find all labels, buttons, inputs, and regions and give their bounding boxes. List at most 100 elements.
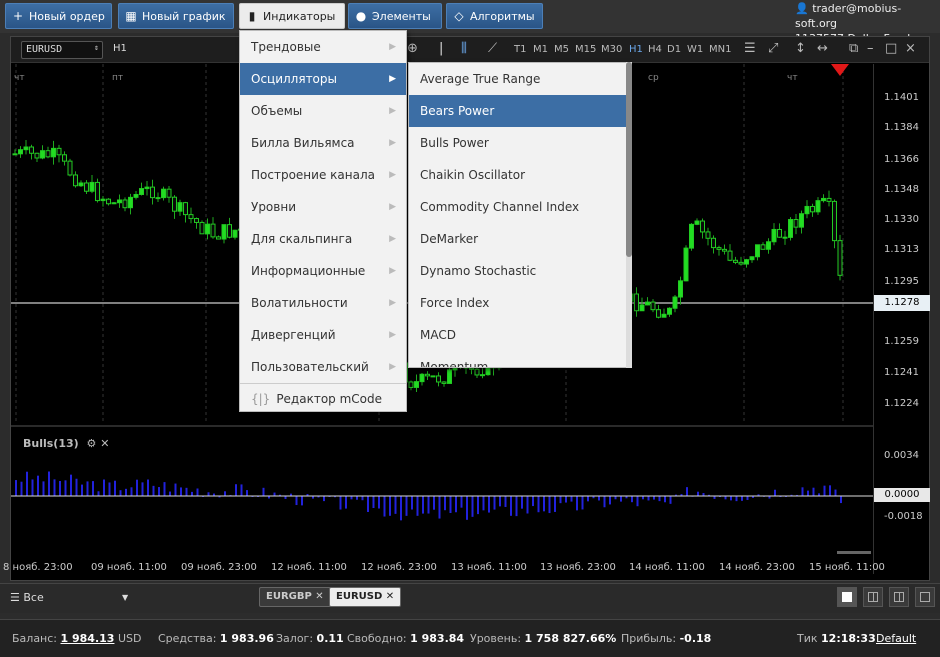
tf-m30[interactable]: M30 bbox=[601, 44, 622, 55]
candle-body bbox=[672, 296, 678, 309]
candle-body bbox=[667, 307, 672, 315]
time-tick-label: 13 нояб. 23:00 bbox=[540, 562, 616, 573]
free-info: Свободно: 1 983.84 bbox=[347, 632, 465, 645]
status-bar: Баланс: 1 984.13 USD Средства: 1 983.96 … bbox=[0, 619, 940, 657]
tf-mn1[interactable]: MN1 bbox=[709, 44, 731, 55]
symbol-select[interactable]: EURUSD ⇕ bbox=[21, 41, 103, 59]
close-tab-icon[interactable]: ✕ bbox=[386, 591, 394, 602]
indicator-bar bbox=[191, 491, 193, 496]
new-chart-button[interactable]: ▦ Новый график bbox=[118, 3, 234, 29]
oscillator-menu-item[interactable]: Bears Power bbox=[409, 95, 629, 127]
current-price-label: 1.1278 bbox=[874, 295, 930, 311]
indicator-bar bbox=[180, 487, 182, 496]
indicator-bar bbox=[103, 479, 105, 496]
new-order-button[interactable]: + Новый ордер bbox=[5, 3, 112, 29]
maximize-icon[interactable]: □ bbox=[885, 41, 897, 56]
bar-chart-icon[interactable]: | bbox=[439, 41, 443, 56]
crosshair-icon[interactable]: ⊕ bbox=[407, 41, 418, 56]
indicator-bar bbox=[460, 496, 463, 508]
indicator-bar bbox=[559, 496, 562, 504]
indicator-bar bbox=[455, 496, 457, 513]
remove-indicator-icon[interactable]: ✕ bbox=[100, 437, 109, 450]
vertical-scale-icon[interactable]: ↕ bbox=[795, 41, 806, 56]
oscillator-menu-item[interactable]: Force Index bbox=[409, 287, 629, 319]
settings-list-icon[interactable]: ☰ bbox=[744, 41, 756, 56]
close-tab-icon[interactable]: ✕ bbox=[315, 591, 323, 602]
candle-body bbox=[12, 153, 18, 156]
tf-t1[interactable]: T1 bbox=[514, 44, 526, 55]
day-label: ср bbox=[648, 73, 659, 83]
tf-d1[interactable]: D1 bbox=[667, 44, 681, 55]
price-axis[interactable]: 1.1401 1.1384 1.1366 1.1348 1.1330 1.1313 1.12… bbox=[873, 64, 930, 574]
tf-m5[interactable]: M5 bbox=[554, 44, 569, 55]
indicator-bar bbox=[647, 496, 650, 501]
mcode-editor-item[interactable]: {|} Редактор mCode bbox=[240, 383, 406, 415]
balance-value[interactable]: 1 984.13 bbox=[61, 632, 115, 645]
line-chart-icon[interactable]: ⟋ bbox=[488, 41, 497, 56]
indicators-menu-item[interactable]: Пользовательский ▶ bbox=[240, 351, 406, 383]
indicators-menu-item[interactable]: Дивергенций ▶ bbox=[240, 319, 406, 351]
indicators-menu-item[interactable]: Осцилляторы ▶ bbox=[240, 63, 406, 95]
indicators-menu-item[interactable]: Уровни ▶ bbox=[240, 191, 406, 223]
price-tick-label: 1.1348 bbox=[884, 184, 919, 195]
tf-m1[interactable]: M1 bbox=[533, 44, 548, 55]
indicators-menu-item[interactable]: Для скальпинга ▶ bbox=[240, 223, 406, 255]
indicators-button[interactable]: ▮ Индикаторы bbox=[239, 3, 345, 29]
layout-rows-icon[interactable] bbox=[915, 587, 935, 607]
candle-body bbox=[51, 147, 56, 158]
tf-m15[interactable]: M15 bbox=[575, 44, 596, 55]
indicator-bar bbox=[378, 496, 380, 509]
expand-diagonal-icon[interactable]: ⤢ bbox=[768, 41, 778, 56]
indicators-menu-item[interactable]: Объемы ▶ bbox=[240, 95, 406, 127]
chart-icon: ▦ bbox=[125, 9, 137, 23]
account-email: 👤 trader@mobius-soft.org bbox=[795, 2, 902, 30]
tab-eurgbp[interactable]: EURGBP ✕ bbox=[259, 587, 331, 607]
indicators-menu-item[interactable]: Информационные ▶ bbox=[240, 255, 406, 287]
elements-button[interactable]: ● Элементы bbox=[348, 3, 442, 29]
candle-body bbox=[705, 231, 711, 239]
horizontal-scale-icon[interactable]: ↔ bbox=[817, 41, 828, 56]
tf-h1[interactable]: H1 bbox=[629, 44, 643, 55]
indicator-bar bbox=[532, 496, 534, 507]
oscillator-menu-item[interactable]: MACD bbox=[409, 319, 629, 351]
candle-body bbox=[133, 193, 139, 198]
candle-body bbox=[634, 293, 639, 312]
chart-tabs-bar bbox=[0, 583, 940, 613]
tab-eurusd[interactable]: EURUSD ✕ bbox=[329, 587, 402, 607]
layout-single-icon[interactable] bbox=[837, 587, 857, 607]
candle-chart-icon[interactable]: ⫼ bbox=[461, 41, 467, 56]
profile-link[interactable]: Default bbox=[876, 620, 916, 657]
layout-grid-icon[interactable] bbox=[863, 587, 883, 607]
indicator-bar bbox=[609, 496, 611, 505]
layout-columns-icon[interactable] bbox=[889, 587, 909, 607]
close-icon[interactable]: × bbox=[905, 41, 916, 56]
submenu-scrollbar[interactable] bbox=[626, 62, 632, 257]
account-info[interactable]: 👤 trader@mobius-soft.org 1137577 Dollar … bbox=[790, 0, 940, 45]
oscillator-menu-item[interactable]: Average True Range bbox=[409, 63, 629, 95]
tf-w1[interactable]: W1 bbox=[687, 44, 703, 55]
indicator-bar bbox=[356, 496, 358, 500]
algorithms-button[interactable]: ◇ Алгоритмы bbox=[446, 3, 543, 29]
oscillator-menu-item[interactable]: Commodity Channel Index bbox=[409, 191, 629, 223]
user-icon: 👤 bbox=[795, 2, 809, 15]
gear-icon[interactable]: ⚙ bbox=[87, 437, 97, 450]
detach-icon[interactable]: ⧉ bbox=[849, 41, 858, 56]
indicators-menu-item[interactable]: Билла Вильямса ▶ bbox=[240, 127, 406, 159]
indicator-bar bbox=[141, 482, 144, 496]
indicator-bar bbox=[774, 489, 776, 496]
tf-h4[interactable]: H4 bbox=[648, 44, 662, 55]
indicators-menu-item[interactable]: Волатильности ▶ bbox=[240, 287, 406, 319]
indicators-menu-item[interactable]: Трендовые ▶ bbox=[240, 31, 406, 63]
oscillator-menu-item[interactable]: Chaikin Oscillator bbox=[409, 159, 629, 191]
oscillator-menu-item[interactable]: Momentum bbox=[409, 351, 629, 367]
indicator-bar bbox=[20, 481, 23, 496]
minimize-icon[interactable]: – bbox=[867, 41, 874, 56]
oscillator-menu-item[interactable]: DeMarker bbox=[409, 223, 629, 255]
price-tick-label: 1.1330 bbox=[884, 214, 919, 225]
indicators-menu-item[interactable]: Построение канала ▶ bbox=[240, 159, 406, 191]
indicator-bar bbox=[433, 496, 435, 510]
oscillator-menu-item[interactable]: Bulls Power bbox=[409, 127, 629, 159]
candle-body bbox=[832, 200, 837, 242]
oscillator-menu-item[interactable]: Dynamo Stochastic bbox=[409, 255, 629, 287]
filter-select[interactable]: ☰ Все ▼ bbox=[0, 583, 140, 613]
